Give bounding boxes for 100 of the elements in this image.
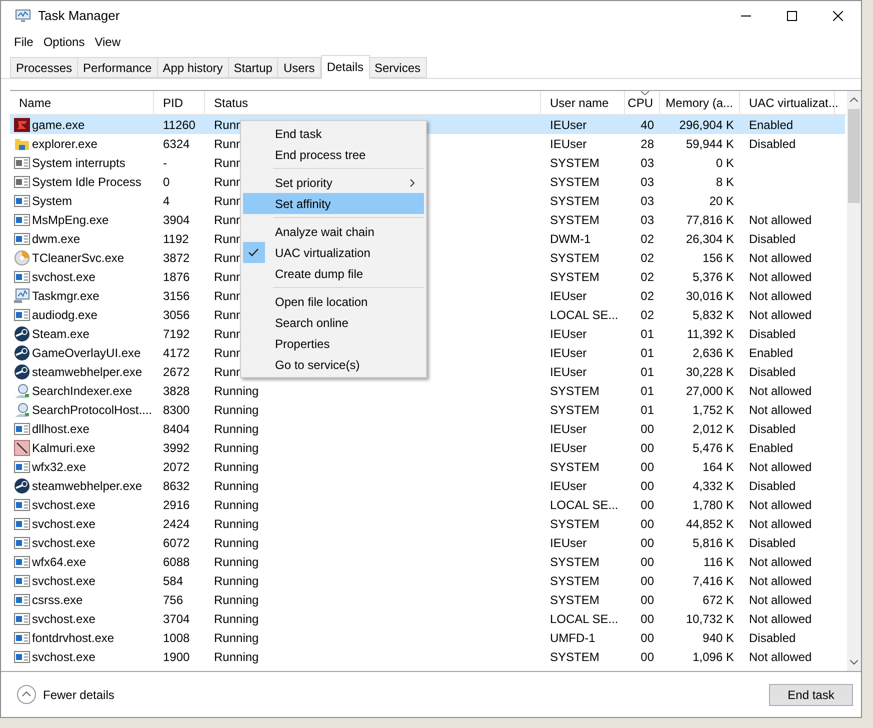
table-cell-text: 6072 [163,534,190,552]
table-cell-text: 8632 [163,478,190,494]
table-cell-text: Running [214,648,259,666]
table-cell-text: Not allowed [749,288,812,304]
menu-item[interactable]: Open file location [243,291,424,312]
table-cell-text: 3828 [163,382,190,400]
table-cell-text: 5,832 K [692,306,734,324]
menu-item[interactable]: Options [40,33,88,51]
table-cell-text: Running [214,478,259,494]
table-cell-text: Running [214,572,259,590]
table-cell-text: 20 K [709,192,734,210]
table-cell-text: 00 [640,554,654,570]
menu-item[interactable]: End task [243,123,424,144]
scrollbar-thumb[interactable] [848,109,860,203]
fewer-details-link[interactable]: Fewer details [43,686,114,704]
table-cell-text: LOCAL SE... [550,306,618,324]
table-cell-text: Disabled [749,136,796,152]
table-cell-text: steamwebhelper.exe [32,478,142,494]
collapse-icon[interactable] [17,685,36,704]
table-cell-text: 02 [640,268,654,286]
column-header[interactable]: Name [10,91,154,114]
scroll-down-icon[interactable] [850,660,858,665]
table-cell-text: Running [214,382,259,400]
window-title: Task Manager [38,7,120,26]
table-cell-text: 00 [640,516,654,532]
window-icon [14,458,30,474]
table-cell-text: Running [214,402,259,418]
table-cell-text: 8404 [163,420,190,438]
column-header[interactable]: UAC virtualizat... [740,91,835,114]
table-cell-text: 2916 [163,496,190,514]
menu-item[interactable]: Create dump file [243,263,424,284]
window-icon [14,572,30,588]
menu-item[interactable]: Set priority [243,172,424,193]
column-header[interactable]: Memory (a... [660,91,740,114]
tab[interactable]: App history [158,57,229,78]
table-cell-text: 7192 [163,326,190,342]
table-cell-text: 1,096 K [692,648,734,666]
menu-item[interactable]: View [92,33,124,51]
table-cell-text: 672 K [702,592,734,608]
disc-icon [14,250,30,266]
table-cell-text: 00 [640,592,654,608]
table-cell-text: 30,228 K [686,364,734,380]
table-cell-text: 2072 [163,458,190,476]
table-cell-text: UMFD-1 [550,630,596,646]
user-search-icon [14,382,30,398]
table-cell-text: 59,944 K [686,136,734,152]
tab[interactable]: Services [370,57,427,78]
window-icon [14,630,30,646]
tab[interactable]: Users [278,57,321,78]
table-cell-text: Running [214,592,259,608]
table-cell-text: System [32,192,72,210]
table-cell-text: svchost.exe [32,610,96,628]
column-header[interactable]: CPU [625,91,660,114]
column-header[interactable]: User name [541,91,625,114]
tab[interactable]: Performance [78,57,158,78]
table-cell-text: IEUser [550,288,587,304]
table-cell-text: SYSTEM [550,592,600,608]
table-cell-text: 02 [640,288,654,304]
table-cell-text: 00 [640,610,654,628]
menu-item[interactable]: Analyze wait chain [243,221,424,242]
table-cell-text: 00 [640,420,654,438]
menu-item[interactable]: File [11,33,36,51]
table-cell-text: Enabled [749,440,794,456]
table-cell-text: SYSTEM [550,268,600,286]
window-icon [14,212,30,228]
close-icon[interactable] [833,11,843,21]
table-cell-text: 03 [640,154,654,172]
table-cell-text: 156 K [702,250,734,266]
menu-item[interactable]: Properties [243,333,424,354]
menu-item[interactable]: Go to service(s) [243,354,424,375]
table-cell-text: 2424 [163,516,190,532]
scroll-up-icon[interactable] [850,97,858,102]
menu-item[interactable]: End process tree [243,144,424,165]
column-header[interactable]: PID [154,91,205,114]
tab[interactable]: Startup [228,57,278,78]
table-cell-text: Running [214,610,259,628]
table-cell-text: Not allowed [749,250,812,266]
menu-item[interactable]: Set affinity [243,193,424,214]
table-cell-text: 00 [640,534,654,552]
table-cell-text: Running [214,516,259,532]
tab[interactable]: Details [320,55,370,79]
table-cell-text: 584 [163,572,184,590]
table-cell-text: 00 [640,458,654,476]
table-cell-text: 4172 [163,344,190,362]
table-cell-text: SYSTEM [550,250,600,266]
table-cell-text: 1900 [163,648,190,666]
column-header[interactable]: Status [205,91,541,114]
steam-icon [14,344,30,360]
table-cell-text: 1,780 K [692,496,734,514]
table-cell-text: 10,732 K [686,610,734,628]
scrollbar[interactable] [847,91,861,671]
table-cell-text: IEUser [550,440,587,456]
menu-item[interactable]: Search online [243,312,424,333]
table-cell-text: Not allowed [749,306,812,324]
tab[interactable]: Processes [10,57,78,78]
end-task-button[interactable]: End task [769,684,853,706]
maximize-icon[interactable] [787,11,797,21]
table-cell-text: - [163,154,167,172]
menu-item[interactable]: UAC virtualization [243,242,424,263]
table-cell-text: 8300 [163,402,190,418]
